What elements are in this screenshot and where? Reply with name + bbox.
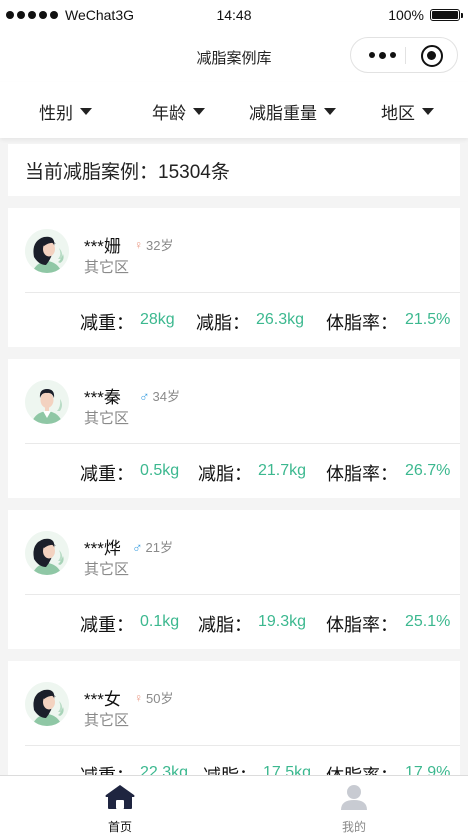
case-name: ***烨	[84, 539, 121, 558]
filter-label: 地区	[381, 104, 415, 123]
card-divider	[25, 292, 460, 293]
navigation-bar: 减脂案例库	[0, 32, 468, 82]
filter-region[interactable]: 地区	[381, 99, 434, 124]
case-count-summary: 当前减脂案例：15304条	[8, 144, 460, 196]
case-count-text: 当前减脂案例：15304条	[25, 162, 230, 183]
female-avatar	[25, 229, 69, 273]
filter-label: 减脂重量	[249, 104, 317, 123]
fat-loss-value: 19.3kg	[258, 613, 307, 630]
male-icon: ♂	[139, 387, 150, 404]
status-bar: WeChat3G 14:48 100%	[0, 0, 468, 32]
case-age: 50岁	[146, 691, 174, 706]
filter-fat-loss[interactable]: 减脂重量	[249, 99, 336, 124]
case-region: 其它区	[84, 410, 130, 427]
tab-mine[interactable]: 我的	[314, 784, 394, 835]
user-icon	[341, 785, 367, 810]
case-card[interactable]: ***姗 ♀ 32岁 其它区 减重： 28kg 减脂： 26.3kg 体脂率： …	[8, 208, 460, 347]
weight-loss-value: 0.5kg	[140, 462, 180, 479]
body-fat-rate-value: 26.7%	[405, 462, 451, 479]
mini-program-capsule	[350, 37, 458, 73]
filter-label: 性别	[39, 104, 73, 123]
caret-down-icon	[422, 108, 434, 115]
card-divider	[25, 443, 460, 444]
battery-icon	[430, 9, 463, 21]
caret-down-icon	[193, 108, 205, 115]
weight-loss-value: 28kg	[140, 311, 175, 328]
body-fat-rate-label: 体脂率：	[326, 464, 398, 484]
fat-loss-value: 26.3kg	[256, 311, 305, 328]
tab-label: 我的	[341, 820, 366, 834]
filter-age[interactable]: 年龄	[152, 99, 205, 124]
case-card[interactable]: ***烨 ♂ 21岁 其它区 减重： 0.1kg 减脂： 19.3kg 体脂率：…	[8, 510, 460, 649]
body-fat-rate-label: 体脂率：	[326, 615, 398, 635]
female-avatar	[25, 531, 69, 575]
body-fat-rate-value: 25.1%	[405, 613, 451, 630]
weight-loss-label: 减重：	[80, 615, 134, 635]
case-meta: ♂ 21岁	[132, 537, 173, 556]
case-region: 其它区	[84, 259, 130, 276]
female-icon: ♀	[134, 237, 143, 252]
tab-bar: 首页 我的	[0, 775, 468, 835]
body-fat-rate-value: 21.5%	[405, 311, 451, 328]
case-age: 34岁	[152, 389, 180, 404]
filter-gender[interactable]: 性别	[39, 99, 92, 124]
home-icon	[105, 785, 135, 809]
male-icon: ♂	[132, 538, 143, 555]
case-name: ***秦	[84, 388, 121, 407]
case-meta: ♀ 32岁	[134, 235, 173, 254]
case-meta: ♀ 50岁	[134, 688, 173, 707]
case-region: 其它区	[84, 561, 130, 578]
female-icon: ♀	[134, 690, 143, 705]
tab-home[interactable]: 首页	[80, 784, 160, 835]
case-meta: ♂ 34岁	[139, 386, 180, 405]
male-avatar	[25, 380, 69, 424]
battery-fill	[432, 11, 458, 19]
card-divider	[25, 745, 460, 746]
weight-loss-label: 减重：	[80, 464, 134, 484]
battery-percent: 100%	[388, 7, 424, 23]
weight-loss-label: 减重：	[80, 313, 134, 333]
fat-loss-value: 21.7kg	[258, 462, 307, 479]
filter-bar: 性别 年龄 减脂重量 地区	[0, 82, 468, 138]
female-avatar	[25, 682, 69, 726]
case-age: 32岁	[146, 238, 174, 253]
caret-down-icon	[324, 108, 336, 115]
card-divider	[25, 594, 460, 595]
more-icon[interactable]	[369, 51, 396, 59]
case-age: 21岁	[145, 540, 173, 555]
close-icon[interactable]	[421, 45, 443, 67]
filter-label: 年龄	[152, 104, 186, 123]
case-card[interactable]: ***秦 ♂ 34岁 其它区 减重： 0.5kg 减脂： 21.7kg 体脂率：…	[8, 359, 460, 498]
case-name: ***姗	[84, 237, 121, 256]
weight-loss-value: 0.1kg	[140, 613, 180, 630]
fat-loss-label: 减脂：	[198, 615, 252, 635]
capsule-divider	[405, 47, 406, 64]
fat-loss-label: 减脂：	[196, 313, 250, 333]
fat-loss-label: 减脂：	[198, 464, 252, 484]
case-name: ***女	[84, 690, 121, 709]
body-fat-rate-label: 体脂率：	[326, 313, 398, 333]
case-region: 其它区	[84, 712, 130, 729]
tab-label: 首页	[107, 820, 132, 834]
caret-down-icon	[80, 108, 92, 115]
